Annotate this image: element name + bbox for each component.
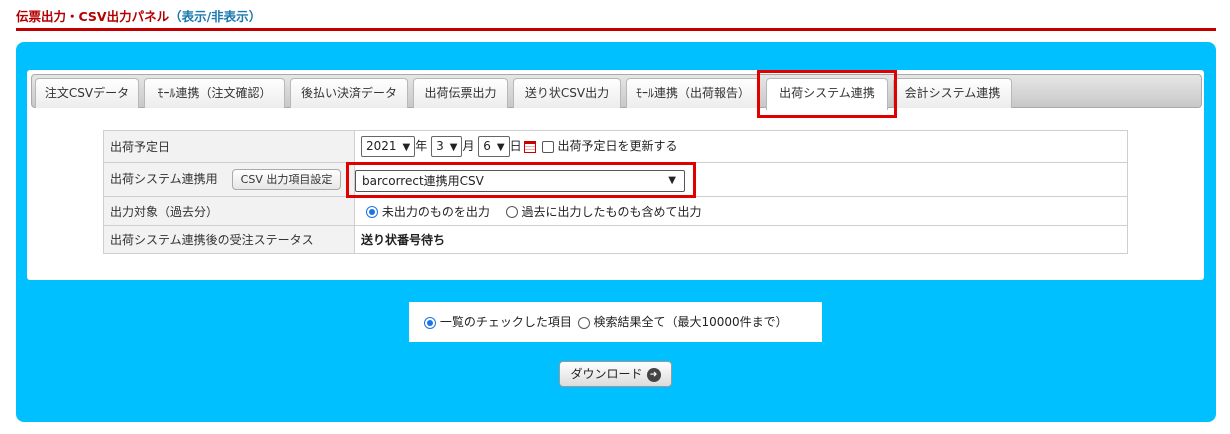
highlight-frame-tab	[757, 70, 897, 118]
scope-all-results-label: 検索結果全て（最大10000件まで）	[593, 315, 788, 329]
update-ship-date-checkbox[interactable]	[541, 140, 554, 153]
day-value: 6	[483, 139, 491, 153]
calendar-icon[interactable]	[523, 140, 536, 153]
target-unexported-radio[interactable]	[366, 206, 378, 218]
toggle-close-paren: ）	[248, 9, 262, 24]
day-select[interactable]: 6 ▼	[478, 136, 510, 157]
panel-title: 伝票出力・CSV出力パネル（表示/非表示）	[16, 6, 261, 25]
output-scope-box: 一覧のチェックした項目 検索結果全て（最大10000件まで）	[409, 302, 822, 342]
tab-shipping-slip[interactable]: 出荷伝票出力	[413, 78, 508, 108]
scope-checked-items-radio[interactable]	[424, 316, 436, 329]
tab-accounting-system[interactable]: 会計システム連携	[893, 78, 1012, 108]
system-label-cell: 出荷システム連携用 CSV 出力項目設定	[103, 162, 355, 197]
target-label: 出力対象（過去分）	[103, 196, 355, 226]
year-unit: 年	[415, 139, 428, 153]
chevron-down-icon: ▼	[449, 142, 458, 153]
target-unexported-label: 未出力のものを出力	[381, 204, 490, 219]
chevron-down-icon: ▼	[402, 142, 411, 153]
csv-field-settings-button[interactable]: CSV 出力項目設定	[231, 169, 342, 190]
year-value: 2021	[366, 139, 397, 153]
year-select[interactable]: 2021 ▼	[361, 136, 416, 157]
scope-checked-items-label: 一覧のチェックした項目	[439, 315, 572, 329]
scope-all-results-radio[interactable]	[577, 316, 590, 329]
tab-invoice-csv[interactable]: 送り状CSV出力	[513, 78, 621, 108]
download-label: ダウンロード	[570, 367, 643, 381]
status-after-value: 送り状番号待ち	[354, 225, 1128, 254]
title-divider	[16, 28, 1216, 31]
target-include-past-radio[interactable]	[505, 206, 518, 218]
chevron-down-icon: ▼	[496, 142, 505, 153]
tab-mall-ship-report[interactable]: ﾓｰﾙ連携（出荷報告）	[626, 78, 760, 108]
status-after-label: 出荷システム連携後の受注ステータス	[103, 225, 355, 254]
target-options-cell: 未出力のものを出力 過去に出力したものも含めて出力	[354, 196, 1128, 226]
update-ship-date-label: 出荷予定日を更新する	[557, 139, 678, 153]
month-select[interactable]: 3 ▼	[431, 136, 463, 157]
day-unit: 日	[509, 139, 522, 153]
download-button[interactable]: ダウンロード ➜	[559, 361, 672, 387]
ship-date-label: 出荷予定日	[103, 130, 355, 163]
system-label: 出荷システム連携用	[110, 172, 218, 186]
highlight-frame-select	[346, 162, 696, 198]
month-unit: 月	[462, 139, 475, 153]
tab-deferred-payment[interactable]: 後払い決済データ	[290, 78, 408, 108]
tab-order-csv[interactable]: 注文CSVデータ	[35, 78, 139, 108]
panel-title-text: 伝票出力・CSV出力パネル	[16, 9, 170, 24]
toggle-open-paren: （	[169, 9, 182, 24]
toggle-visibility-link[interactable]: 表示/非表示	[182, 9, 249, 24]
tab-mall-order-confirm[interactable]: ﾓｰﾙ連携（注文確認）	[144, 78, 285, 108]
month-value: 3	[436, 139, 444, 153]
ship-date-cell: 2021 ▼ 年 3 ▼ 月 6 ▼ 日 出荷予定日を更新する	[354, 130, 1128, 163]
target-include-past-label: 過去に出力したものも含めて出力	[521, 204, 702, 219]
arrow-right-icon: ➜	[646, 367, 661, 382]
